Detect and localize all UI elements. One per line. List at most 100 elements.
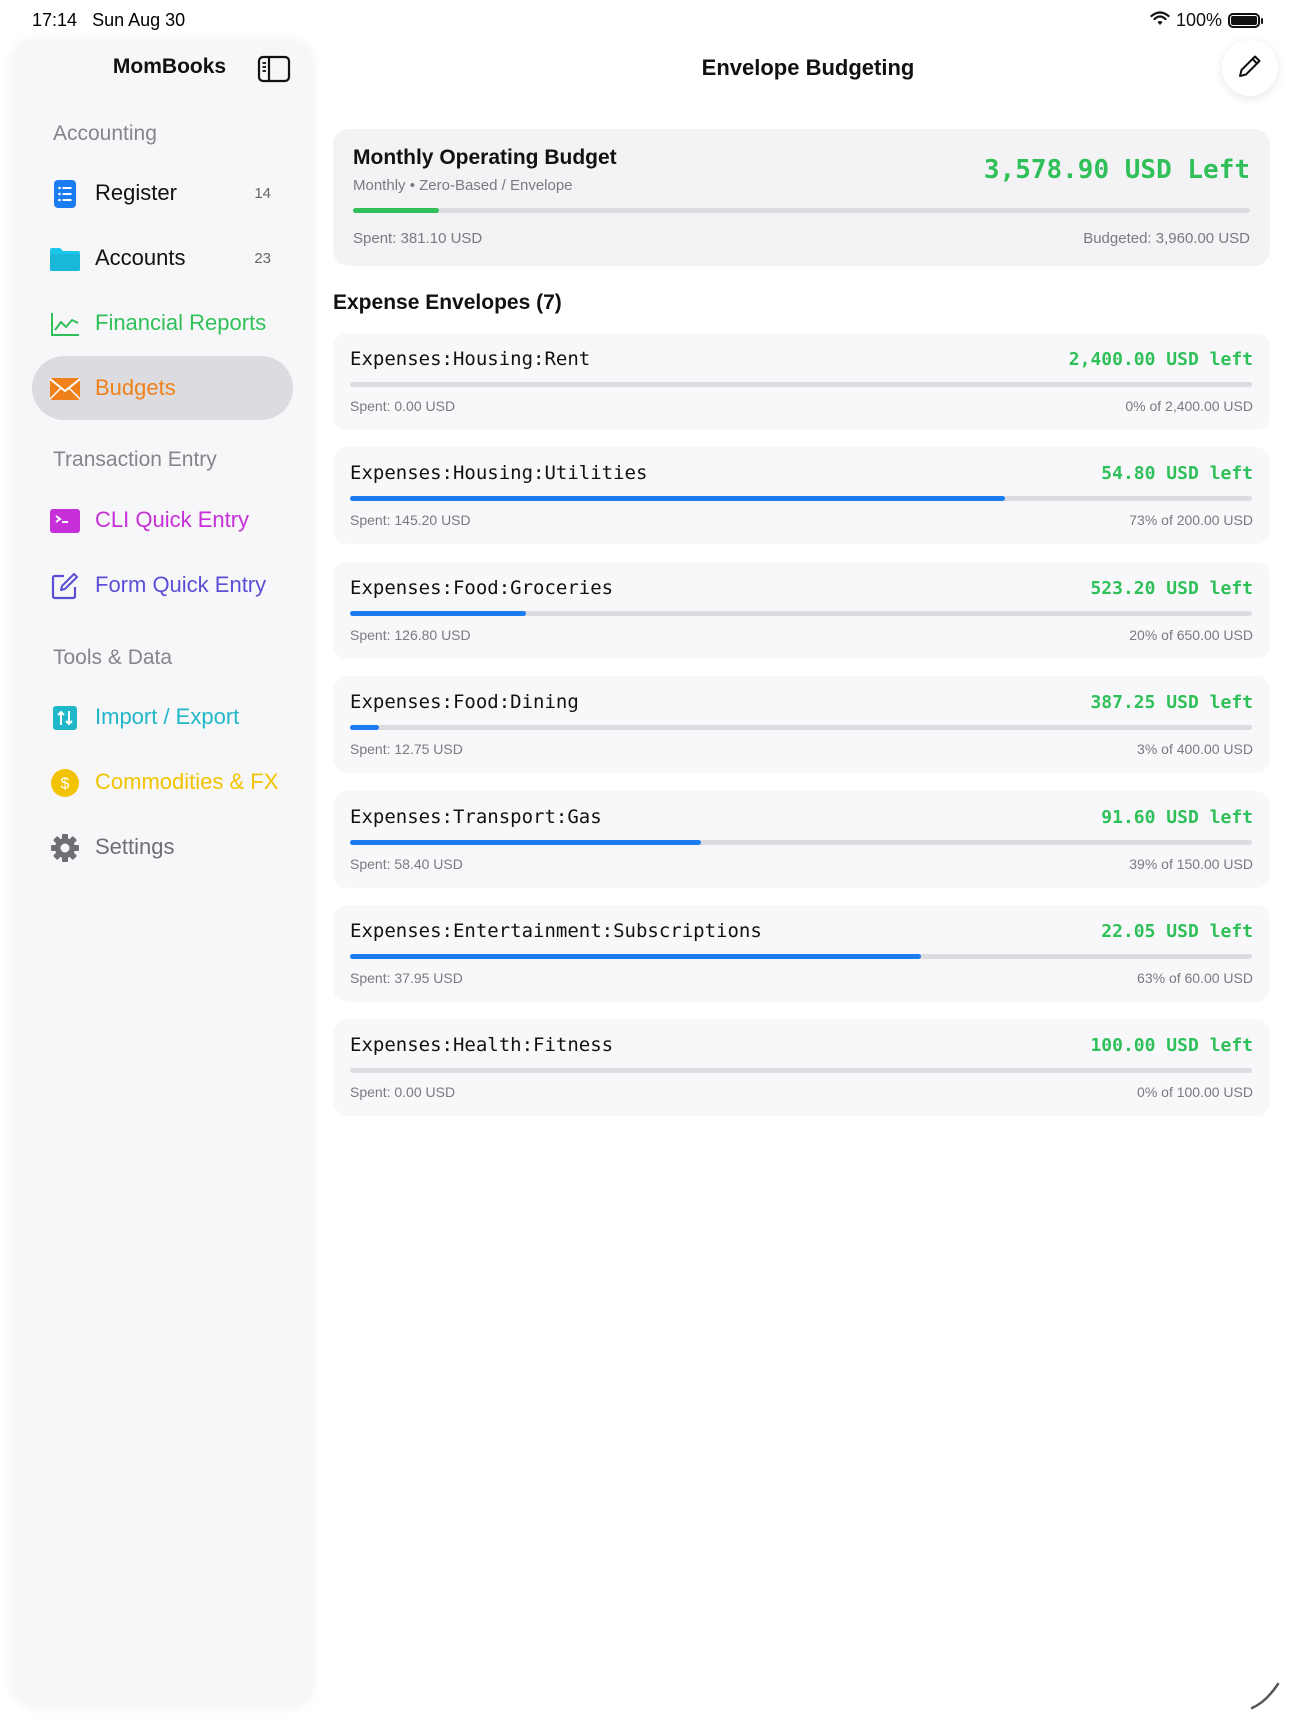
envelope-percent: 63% of 60.00 USD [1137,969,1253,986]
envelope-spent: Spent: 0.00 USD [350,398,456,414]
envelope-percent: 73% of 200.00 USD [1129,512,1253,529]
envelope-progress-bar [350,610,1252,616]
status-bar: 17:14 Sun Aug 30 100% [0,0,1290,40]
section-header-tools-data: Tools & Data [53,646,173,669]
envelope-remaining: 54.80 USD left [1101,463,1253,485]
envelope-percent: 39% of 150.00 USD [1129,855,1253,872]
edit-button[interactable] [1222,40,1278,96]
sidebar-item-form-quick-entry[interactable]: Form Quick Entry [32,553,293,617]
section-header-transaction-entry: Transaction Entry [53,448,217,471]
envelope-spent: Spent: 126.80 USD [350,626,471,643]
chart-icon [49,309,81,339]
battery-icon [1228,13,1263,28]
envelope-spent: Spent: 145.20 USD [350,512,471,529]
envelope-spent: Spent: 37.95 USD [350,969,463,986]
envelope-name: Expenses:Food:Dining [350,691,579,714]
envelope-card[interactable]: Expenses:Food:Dining 387.25 USD left Spe… [333,676,1270,774]
envelope-spent: Spent: 58.40 USD [350,855,463,872]
envelope-percent: 3% of 400.00 USD [1137,741,1253,758]
envelope-remaining: 22.05 USD left [1101,920,1253,942]
envelope-name: Expenses:Food:Groceries [350,576,614,599]
sidebar-item-register[interactable]: Register 14 [32,161,293,225]
status-right: 100% [1150,10,1263,31]
status-date: Sun Aug 30 [92,10,186,30]
envelope-name: Expenses:Housing:Rent [350,348,591,370]
budget-spent: Spent: 381.10 USD [353,230,483,247]
gear-icon [49,833,81,863]
dollar-coin-icon: $ [49,768,81,798]
section-header-accounting: Accounting [53,122,157,145]
sidebar-item-label: Commodities & FX [95,769,279,794]
budget-summary-card[interactable]: Monthly Operating Budget Monthly • Zero-… [333,129,1270,266]
budget-name: Monthly Operating Budget [353,146,617,169]
envelopes-section-title: Expense Envelopes (7) [333,291,562,314]
status-time: 17:14 [32,10,78,30]
envelope-card[interactable]: Expenses:Food:Groceries 523.20 USD left … [333,561,1270,659]
budget-progress-bar [353,208,1250,213]
envelope-progress-fill [350,610,526,616]
envelope-percent: 0% of 100.00 USD [1137,1084,1253,1101]
envelope-progress-bar [350,839,1252,845]
sidebar-item-settings[interactable]: Settings [32,815,293,879]
svg-text:$: $ [61,776,70,793]
terminal-icon [49,506,81,536]
sidebar-item-count: 14 [254,184,271,202]
envelope-progress-bar [350,382,1252,387]
envelope-name: Expenses:Health:Fitness [350,1034,614,1057]
sidebar-item-label: Budgets [95,375,176,400]
envelope-percent: 20% of 650.00 USD [1129,626,1253,643]
sidebar: MomBooks Accounting Register 14 Accounts… [12,40,313,1707]
import-export-icon [49,703,81,733]
envelope-remaining: 2,400.00 USD left [1068,349,1253,370]
envelope-card[interactable]: Expenses:Entertainment:Subscriptions 22.… [333,904,1270,1002]
envelope-progress-bar [350,1068,1252,1074]
sidebar-item-label: Accounts [95,245,186,270]
sidebar-item-import-export[interactable]: Import / Export [32,685,293,749]
sidebar-item-label: Form Quick Entry [95,572,267,597]
envelope-card[interactable]: Expenses:Housing:Rent 2,400.00 USD left … [333,333,1270,430]
sidebar-item-label: Settings [95,834,175,859]
sidebar-toggle-icon[interactable] [257,55,291,83]
sidebar-item-label: Register [95,180,177,205]
envelope-remaining: 100.00 USD left [1090,1035,1253,1057]
status-time-date: 17:14 Sun Aug 30 [32,10,185,31]
envelope-name: Expenses:Housing:Utilities [350,462,648,485]
envelope-spent: Spent: 0.00 USD [350,1084,456,1101]
envelope-progress-bar [350,725,1252,731]
page-title: Envelope Budgeting [701,55,915,80]
sidebar-item-commodities-fx[interactable]: $ Commodities & FX [32,750,293,814]
envelope-card[interactable]: Expenses:Health:Fitness 100.00 USD left … [333,1019,1270,1117]
budget-progress-fill [353,208,440,213]
pencil-scribble-icon [1248,1678,1282,1712]
envelope-card[interactable]: Expenses:Housing:Utilities 54.80 USD lef… [333,447,1270,545]
envelope-progress-bar [350,496,1252,502]
envelope-progress-fill [350,953,921,959]
envelope-spent: Spent: 12.75 USD [350,741,463,758]
budget-remaining: 3,578.90 USD Left [983,155,1250,185]
envelope-icon [49,374,81,404]
envelope-list: Expenses:Housing:Rent 2,400.00 USD left … [333,333,1270,1134]
budget-budgeted: Budgeted: 3,960.00 USD [1083,230,1250,247]
envelope-card[interactable]: Expenses:Transport:Gas 91.60 USD left Sp… [333,790,1270,888]
sidebar-item-label: Financial Reports [95,310,267,335]
sidebar-item-financial-reports[interactable]: Financial Reports [32,291,293,355]
envelope-progress-fill [350,725,379,731]
envelope-name: Expenses:Entertainment:Subscriptions [350,919,762,942]
envelope-remaining: 523.20 USD left [1090,577,1253,599]
sidebar-item-accounts[interactable]: Accounts 23 [32,226,293,290]
battery-percent: 100% [1175,10,1222,30]
folder-icon [49,244,81,274]
budget-subtitle: Monthly • Zero-Based / Envelope [353,177,573,194]
sidebar-item-label: CLI Quick Entry [95,507,250,532]
envelope-progress-fill [350,839,701,845]
sidebar-item-label: Import / Export [95,704,240,729]
pencil-icon [1237,53,1263,84]
envelope-name: Expenses:Transport:Gas [350,805,602,828]
sidebar-item-budgets[interactable]: Budgets [32,356,293,420]
envelope-percent: 0% of 2,400.00 USD [1125,398,1253,414]
list-icon [49,179,81,209]
envelope-remaining: 91.60 USD left [1101,806,1253,828]
sidebar-item-cli-quick-entry[interactable]: CLI Quick Entry [32,488,293,552]
envelope-remaining: 387.25 USD left [1090,692,1253,714]
sidebar-item-count: 23 [254,249,271,267]
